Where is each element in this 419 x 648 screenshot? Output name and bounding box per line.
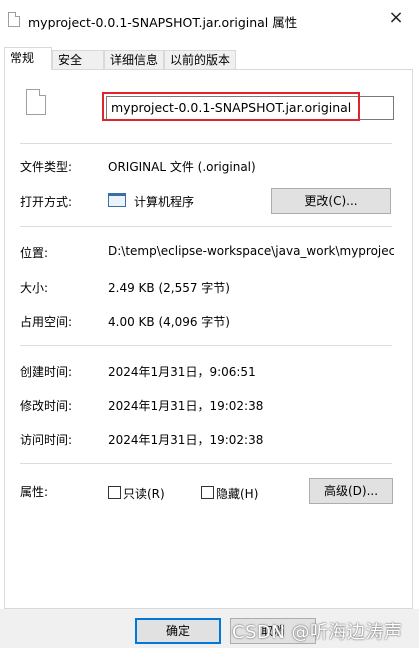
program-icon (108, 193, 126, 207)
tab-general[interactable]: 常规 (4, 47, 52, 70)
size-on-disk-label: 占用空间: (20, 315, 73, 329)
tab-details[interactable]: 详细信息 (104, 50, 164, 69)
title-bar: myproject-0.0.1-SNAPSHOT.jar.original 属性… (0, 0, 419, 40)
document-icon (26, 89, 46, 115)
size-label: 大小: (20, 281, 49, 295)
file-type-value: ORIGINAL 文件 (.original) (108, 160, 256, 174)
modified-value: 2024年1月31日，19:02:38 (108, 399, 264, 413)
file-icon (8, 12, 20, 27)
tab-previous-versions[interactable]: 以前的版本 (164, 50, 236, 69)
ok-button[interactable]: 确定 (135, 618, 221, 644)
divider (20, 143, 392, 144)
divider (20, 345, 392, 346)
attributes-label: 属性: (20, 485, 49, 499)
change-button[interactable]: 更改(C)... (271, 188, 391, 214)
general-panel (4, 69, 413, 609)
hidden-checkbox[interactable] (201, 486, 214, 499)
location-value: D:\temp\eclipse-workspace\java_work\mypr… (108, 244, 394, 258)
readonly-label[interactable]: 只读(R) (123, 485, 165, 502)
divider (20, 463, 392, 464)
window-title: myproject-0.0.1-SNAPSHOT.jar.original 属性 (28, 15, 298, 30)
highlight-box (102, 92, 360, 121)
open-with-value: 计算机程序 (134, 195, 195, 209)
created-value: 2024年1月31日，9:06:51 (108, 365, 256, 379)
modified-label: 修改时间: (20, 399, 73, 413)
created-label: 创建时间: (20, 365, 73, 379)
accessed-value: 2024年1月31日，19:02:38 (108, 433, 264, 447)
size-on-disk-value: 4.00 KB (4,096 字节) (108, 315, 230, 329)
readonly-checkbox[interactable] (108, 486, 121, 499)
size-value: 2.49 KB (2,557 字节) (108, 281, 230, 295)
tab-security[interactable]: 安全 (52, 50, 104, 69)
accessed-label: 访问时间: (20, 433, 73, 447)
divider (20, 226, 392, 227)
advanced-button[interactable]: 高级(D)... (309, 478, 393, 504)
open-with-label: 打开方式: (20, 195, 73, 209)
hidden-label[interactable]: 隐藏(H) (216, 485, 258, 502)
close-button[interactable]: × (373, 0, 419, 36)
location-label: 位置: (20, 246, 49, 260)
watermark: CSDN @听海边涛声 (232, 622, 403, 643)
file-type-label: 文件类型: (20, 160, 73, 174)
